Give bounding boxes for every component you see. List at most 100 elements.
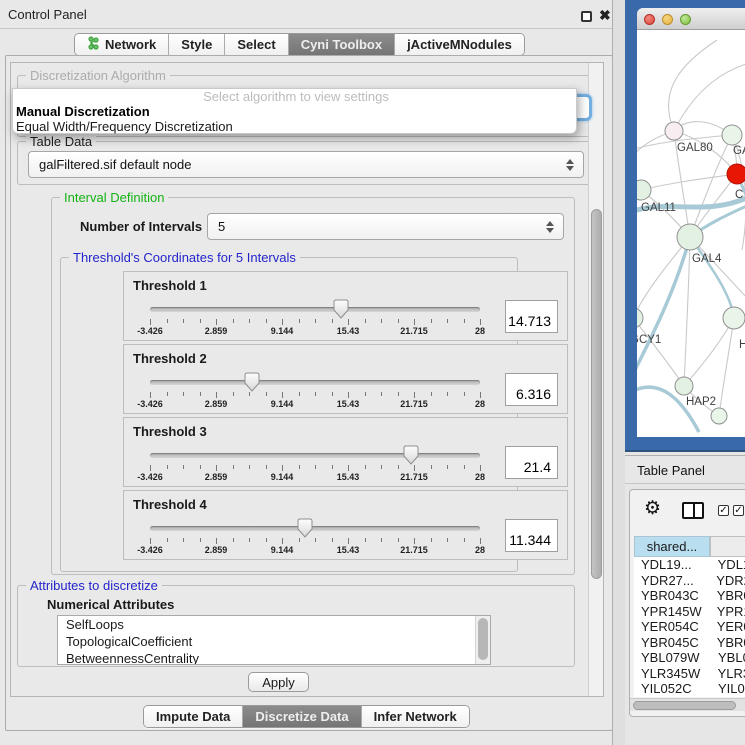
attribute-list-item[interactable]: BetweennessCentrality	[58, 650, 490, 665]
node-hap2[interactable]	[675, 377, 693, 395]
slider-tick	[200, 392, 201, 396]
checkbox-icon[interactable]: ✓	[718, 505, 729, 516]
slider-tick	[348, 465, 349, 471]
node-highlighted[interactable]	[727, 164, 745, 184]
table-row[interactable]: YPR145WYPR1	[634, 604, 745, 620]
slider-thumb[interactable]	[333, 299, 349, 319]
bottom-tab-bar: Impute DataDiscretize DataInfer Network	[143, 705, 470, 728]
main-scrollbar-thumb[interactable]	[591, 209, 602, 579]
network-window-titlebar[interactable]	[637, 8, 745, 30]
tab-impute-data[interactable]: Impute Data	[144, 706, 243, 727]
close-traffic-light-icon[interactable]	[644, 14, 655, 25]
slider-tick-label: -3.426	[137, 472, 163, 482]
node-gal11[interactable]	[637, 180, 651, 200]
group-title-thresholds: Threshold's Coordinates for 5 Intervals	[69, 250, 300, 265]
slider-tick-label: 2.859	[205, 545, 228, 555]
slider-thumb[interactable]	[403, 445, 419, 465]
tab-infer-network[interactable]: Infer Network	[362, 706, 469, 727]
tab-jactivemnodules[interactable]: jActiveMNodules	[395, 34, 524, 55]
slider-tick	[216, 465, 217, 471]
tab-network[interactable]: Network	[75, 34, 169, 55]
threshold-value-field[interactable]	[505, 446, 558, 479]
apply-button-label: Apply	[262, 675, 295, 690]
gear-icon[interactable]: ⚙	[644, 499, 661, 518]
threshold-value-field[interactable]	[505, 519, 558, 552]
node-gal4[interactable]	[677, 224, 703, 250]
close-window-icon[interactable]: ✖	[599, 7, 611, 24]
slider-tick	[365, 465, 366, 469]
scrollbar-thumb[interactable]	[633, 701, 736, 710]
slider-tick	[464, 392, 465, 396]
threshold-panel-2: Threshold 2-3.4262.8599.14415.4321.71528	[123, 344, 568, 414]
table-row[interactable]: YDL19...YDL1	[634, 557, 745, 573]
slider-tick	[249, 319, 250, 323]
table-row[interactable]: YBR043CYBR0	[634, 588, 745, 604]
slider-tick	[398, 319, 399, 323]
table-row[interactable]: YIL052CYIL0	[634, 681, 745, 697]
split-pane-divider[interactable]	[612, 0, 625, 745]
table-row[interactable]: YDR27...YDR2	[634, 573, 745, 589]
node[interactable]	[722, 125, 742, 145]
slider-track[interactable]	[150, 453, 480, 458]
threshold-label: Threshold 1	[133, 278, 207, 293]
window-title: Control Panel	[8, 7, 87, 22]
slider-tick-label: 15.43	[337, 399, 360, 409]
slider-thumb[interactable]	[244, 372, 260, 392]
table-row[interactable]: YBL079WYBL0	[634, 650, 745, 666]
slider-tick	[332, 465, 333, 469]
attribute-list-item[interactable]: TopologicalCoefficient	[58, 633, 490, 650]
threshold-label: Threshold 3	[133, 424, 207, 439]
float-window-icon[interactable]	[581, 11, 592, 22]
table-row[interactable]: YLR345WYLR3	[634, 666, 745, 682]
node-gal80[interactable]	[665, 122, 683, 140]
node-gcy1[interactable]	[637, 308, 643, 328]
apply-button[interactable]: Apply	[248, 672, 309, 692]
threshold-value-field[interactable]	[505, 373, 558, 406]
thresholds-group: Threshold's Coordinates for 5 Intervals …	[60, 257, 518, 572]
dropdown-option[interactable]: Equal Width/Frequency Discretization	[13, 119, 576, 134]
zoom-traffic-light-icon[interactable]	[680, 14, 691, 25]
node[interactable]	[723, 307, 745, 329]
network-canvas[interactable]: GAL80 GA C GAL11 GAL4 GCY1 H HAP2	[637, 30, 745, 437]
slider-tick	[266, 319, 267, 323]
main-scrollbar-track[interactable]	[588, 63, 604, 697]
slider-tick	[480, 319, 481, 325]
slider-tick	[431, 538, 432, 542]
tab-discretize-data[interactable]: Discretize Data	[243, 706, 361, 727]
slider-tick	[447, 465, 448, 469]
slider-track[interactable]	[150, 526, 480, 531]
threshold-panel-1: Threshold 1-3.4262.8599.14415.4321.71528	[123, 271, 568, 341]
attributes-list-scrollbar[interactable]	[475, 616, 490, 664]
number-of-intervals-select[interactable]: 5	[207, 213, 564, 240]
slider-tick	[167, 538, 168, 542]
checkbox-icon[interactable]: ✓	[733, 505, 744, 516]
table-rows[interactable]: YDL19...YDL1YDR27...YDR2YBR043CYBR0YPR14…	[634, 557, 745, 697]
table-row[interactable]: YBR045CYBR0	[634, 635, 745, 651]
tab-cyni-toolbox[interactable]: Cyni Toolbox	[289, 34, 395, 55]
minimize-traffic-light-icon[interactable]	[662, 14, 673, 25]
table-data-select[interactable]: galFiltered.sif default node	[28, 151, 584, 178]
slider-tick	[150, 319, 151, 325]
dropdown-option[interactable]: Manual Discretization	[13, 104, 576, 119]
interval-definition-group: Interval Definition Number of Intervals …	[51, 197, 575, 575]
node[interactable]	[711, 408, 727, 424]
tab-select[interactable]: Select	[225, 34, 288, 55]
slider-track[interactable]	[150, 307, 480, 312]
numerical-attributes-list[interactable]: SelfLoopsTopologicalCoefficientBetweenne…	[57, 615, 491, 665]
tab-style[interactable]: Style	[169, 34, 225, 55]
table-horizontal-scrollbar[interactable]	[630, 698, 745, 711]
scrollbar-thumb[interactable]	[478, 618, 488, 660]
table-data-group: Table Data galFiltered.sif default node	[17, 141, 593, 185]
slider-tick-label: 28	[475, 399, 485, 409]
slider-track[interactable]	[150, 380, 480, 385]
slider-tick	[332, 392, 333, 396]
threshold-value-field[interactable]	[505, 300, 558, 333]
table-row[interactable]: YER054CYER0	[634, 619, 745, 635]
attribute-list-item[interactable]: SelfLoops	[58, 616, 490, 633]
column-header-shared-name[interactable]: shared...	[634, 536, 710, 557]
algorithm-dropdown-popup: Select algorithm to view settings Manual…	[12, 88, 577, 134]
column-header-name[interactable]: name	[710, 536, 745, 557]
slider-thumb[interactable]	[297, 518, 313, 538]
split-view-icon[interactable]	[682, 502, 704, 519]
slider-tick	[381, 465, 382, 469]
